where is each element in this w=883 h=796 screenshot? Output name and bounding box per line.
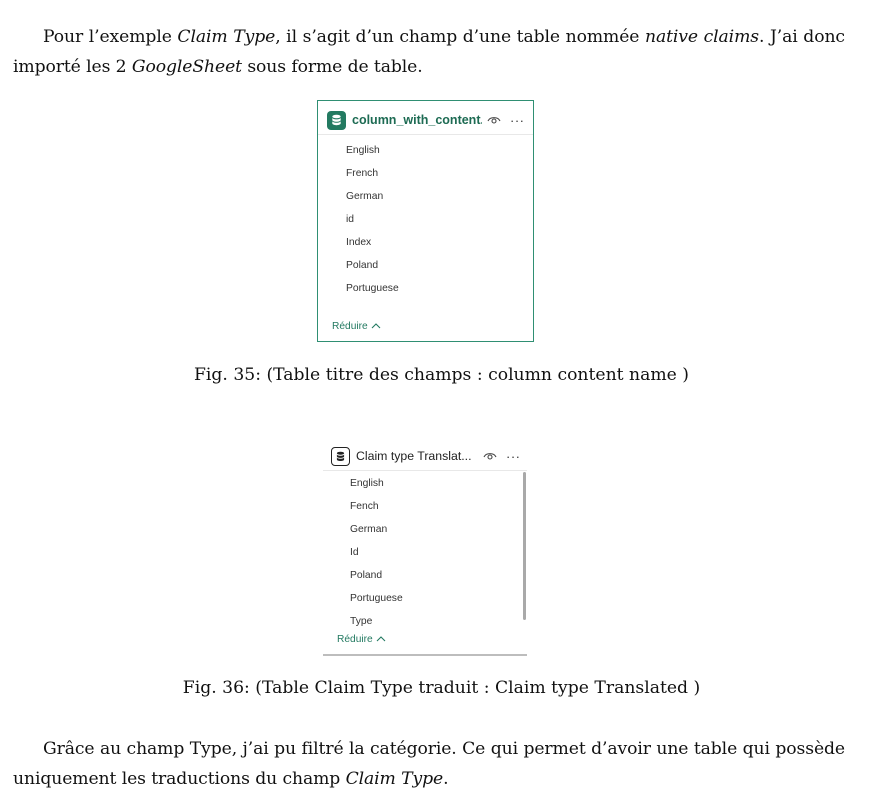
table-card-header: Claim type Translat... ··· [323, 442, 527, 471]
table-title[interactable]: column_with_content... [352, 113, 482, 127]
intro-paragraph: Pour l’exemple Claim Type, il s’agit d’u… [13, 22, 845, 82]
intro-italic-3: GoogleSheet [131, 57, 242, 77]
intro-italic-2: native claims [644, 27, 759, 47]
table-card-header: column_with_content... ··· [318, 106, 533, 135]
field-list: English Fench German Id Poland Portugues… [350, 472, 527, 633]
table-card-column-content: column_with_content... ··· English Frenc… [317, 100, 534, 342]
database-icon [327, 110, 346, 130]
field-item[interactable]: German [346, 185, 533, 208]
intro-text-1: Pour l’exemple [43, 27, 178, 47]
field-item[interactable]: German [350, 518, 527, 541]
field-item[interactable]: Poland [350, 564, 527, 587]
field-item[interactable]: id [346, 208, 533, 231]
field-item[interactable]: Fench [350, 495, 527, 518]
field-item[interactable]: Type [350, 610, 527, 633]
eye-icon[interactable] [486, 112, 502, 128]
outro-paragraph: Grâce au champ Type, j’ai pu filtré la c… [13, 734, 845, 794]
figure-caption-36: Fig. 36: (Table Claim Type traduit : Cla… [182, 678, 701, 698]
intro-text-4: sous forme de table. [241, 57, 423, 77]
chevron-up-icon [376, 634, 386, 645]
more-options-icon[interactable]: ··· [510, 113, 525, 128]
table-card-claim-type: Claim type Translat... ··· English Fench… [323, 438, 527, 656]
collapse-label: Réduire [332, 321, 368, 332]
collapse-button[interactable]: Réduire [332, 321, 381, 332]
field-item[interactable]: Index [346, 231, 533, 254]
more-options-icon[interactable]: ··· [506, 449, 521, 464]
figure-caption-35: Fig. 35: (Table titre des champs : colum… [194, 365, 689, 385]
field-item[interactable]: Id [350, 541, 527, 564]
field-item[interactable]: Portuguese [350, 587, 527, 610]
outro-text-2: . [443, 769, 449, 789]
eye-icon[interactable] [482, 448, 498, 464]
database-icon [331, 446, 350, 466]
field-item[interactable]: English [346, 139, 533, 162]
collapse-label: Réduire [337, 634, 373, 645]
chevron-up-icon [371, 321, 381, 332]
field-item[interactable]: English [350, 472, 527, 495]
intro-italic-1: Claim Type [177, 27, 276, 47]
collapse-button[interactable]: Réduire [337, 634, 386, 645]
field-list: English French German id Index Poland Po… [346, 139, 533, 300]
field-item[interactable]: Poland [346, 254, 533, 277]
field-item[interactable]: Portuguese [346, 277, 533, 300]
outro-italic-1: Claim Type [345, 769, 444, 789]
intro-text-2: , il s’agit d’un champ d’une table nommé… [275, 27, 645, 47]
field-item[interactable]: French [346, 162, 533, 185]
table-title[interactable]: Claim type Translat... [356, 449, 478, 463]
scrollbar[interactable] [523, 472, 526, 620]
